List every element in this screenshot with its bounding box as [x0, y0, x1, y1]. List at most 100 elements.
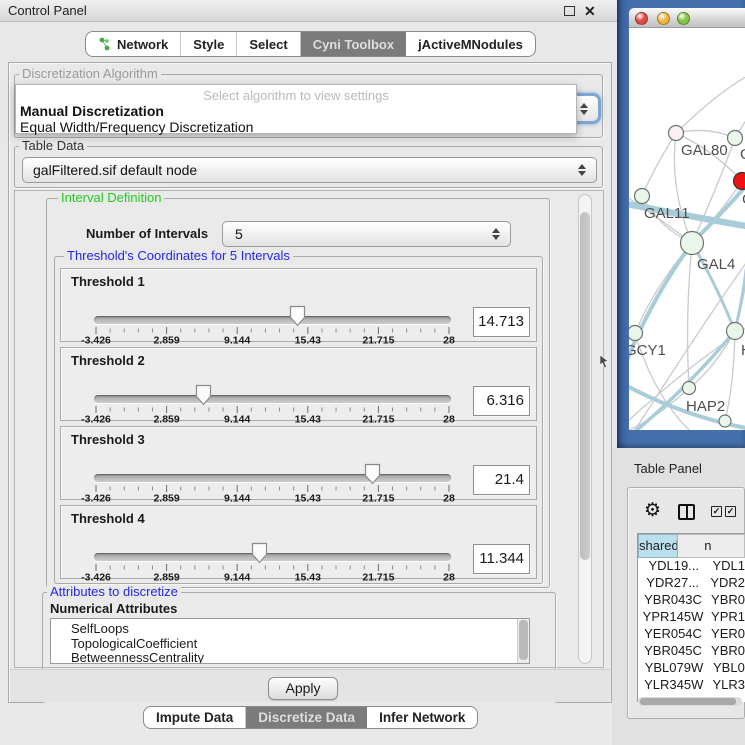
tab-cyni-toolbox[interactable]: Cyni Toolbox	[301, 32, 406, 56]
table-row[interactable]: YPR145WYPR1	[638, 609, 745, 626]
checkbox-icon[interactable]: ✓	[711, 506, 722, 517]
cell-name: YER0	[708, 626, 745, 643]
cell-shared-name: YBR045C	[638, 643, 708, 660]
attribute-item-topologicalcoefficient[interactable]: TopologicalCoefficient	[71, 637, 529, 652]
network-canvas[interactable]: GAL80GACGAL11GAL4GCY1HHAP2	[629, 28, 745, 430]
tab-style[interactable]: Style	[181, 32, 237, 56]
slider-thumb[interactable]	[251, 542, 268, 564]
columns-icon[interactable]	[678, 504, 695, 520]
algorithm-option-equal-width[interactable]: Equal Width/Frequency Discretization	[16, 119, 576, 135]
column-header-name[interactable]: n	[678, 534, 745, 558]
network-icon	[98, 37, 112, 51]
panel-scrollbar-thumb[interactable]	[580, 212, 590, 560]
slider-ticks: -3.4262.8599.14415.4321.71528	[94, 564, 451, 581]
numerical-attributes-list[interactable]: SelfLoopsTopologicalCoefficientBetweenne…	[50, 618, 530, 664]
mac-zoom-icon[interactable]	[677, 12, 690, 25]
slider-track[interactable]	[94, 316, 451, 324]
threshold-value-field[interactable]: 21.4	[473, 465, 530, 495]
mac-minimize-icon[interactable]	[657, 12, 670, 25]
tab-discretize-data[interactable]: Discretize Data	[246, 707, 367, 728]
threshold-value-field[interactable]: 14.713	[473, 307, 530, 337]
node-gal11[interactable]	[635, 189, 650, 204]
svg-text:-3.426: -3.426	[81, 572, 111, 584]
mac-close-icon[interactable]	[635, 12, 648, 25]
checkbox-icon[interactable]: ✓	[725, 506, 736, 517]
table-hscrollbar-thumb[interactable]	[640, 698, 736, 705]
node-b1[interactable]	[719, 415, 731, 427]
cell-shared-name: YBR043C	[638, 592, 708, 609]
table-data-legend: Table Data	[19, 139, 87, 153]
algorithm-hint: Select algorithm to view settings	[16, 85, 576, 103]
svg-text:-3.426: -3.426	[81, 493, 111, 505]
column-header-shared-name[interactable]: shared...	[638, 534, 678, 558]
slider-track[interactable]	[94, 395, 451, 403]
attributes-scrollbar-thumb[interactable]	[519, 620, 528, 660]
node-gal4[interactable]	[681, 232, 704, 255]
tab-impute-data[interactable]: Impute Data	[144, 707, 246, 728]
cell-name: YDR2	[707, 575, 745, 592]
discretization-algorithm-legend: Discretization Algorithm	[19, 67, 161, 81]
table-data-value: galFiltered.sif default node	[33, 162, 197, 178]
tab-style-label: Style	[193, 37, 224, 52]
tab-network[interactable]: Network	[86, 32, 181, 56]
tab-network-label: Network	[117, 37, 168, 52]
slider-thumb[interactable]	[289, 305, 306, 327]
slider-track[interactable]	[94, 474, 451, 482]
threshold-value-field[interactable]: 6.316	[473, 386, 530, 416]
mouse-cursor	[600, 355, 610, 369]
interval-definition-legend: Interval Definition	[58, 191, 164, 205]
node-label-gcy1: GCY1	[629, 342, 666, 359]
gray-edge	[642, 133, 676, 196]
threshold-slider[interactable]: -3.4262.8599.14415.4321.71528	[91, 463, 461, 501]
node-label-ga: GA	[740, 146, 745, 163]
node-c[interactable]	[734, 173, 745, 190]
tab-jactivemnodules[interactable]: jActiveMNodules	[406, 32, 535, 56]
float-window-icon[interactable]	[564, 6, 575, 16]
number-of-intervals-combobox[interactable]: 5	[222, 221, 511, 247]
svg-text:2.859: 2.859	[153, 414, 179, 426]
node-table[interactable]: shared... n YDL19...YDL1YDR27...YDR2YBR0…	[637, 533, 745, 702]
table-row[interactable]: YBL079WYBL0	[638, 660, 745, 677]
tab-impute-data-label: Impute Data	[156, 710, 233, 725]
table-row[interactable]: YDR27...YDR2	[638, 575, 745, 592]
slider-track[interactable]	[94, 553, 451, 561]
table-row[interactable]: YBR043CYBR0	[638, 592, 745, 609]
slider-thumb[interactable]	[195, 384, 212, 406]
svg-text:9.144: 9.144	[224, 572, 250, 584]
node-hap2[interactable]	[683, 382, 696, 395]
cell-shared-name: YPR145W	[638, 609, 708, 626]
threshold-slider[interactable]: -3.4262.8599.14415.4321.71528	[91, 542, 461, 580]
gear-icon[interactable]: ⚙	[644, 500, 661, 522]
table-data-combobox[interactable]: galFiltered.sif default node	[22, 157, 597, 183]
table-panel-title: Table Panel	[634, 461, 702, 476]
node-gcy1[interactable]	[629, 326, 643, 341]
combo-arrows-icon	[580, 103, 588, 115]
attribute-item-betweennesscentrality[interactable]: BetweennessCentrality	[71, 651, 529, 664]
threshold-panel: Threshold 1 -3.4262.8599.14415.4321.7152…	[60, 268, 537, 342]
attribute-item-selfloops[interactable]: SelfLoops	[71, 622, 529, 637]
svg-text:28: 28	[443, 493, 455, 505]
svg-text:21.715: 21.715	[362, 493, 394, 505]
control-panel-tabs: Network Style SelectCyni Toolbox jActiveMNo…	[85, 31, 536, 57]
node-ga[interactable]	[728, 131, 743, 146]
slider-ticks: -3.4262.8599.14415.4321.71528	[94, 485, 451, 502]
tab-jactivemnodules-label: jActiveMNodules	[418, 37, 523, 52]
threshold-slider[interactable]: -3.4262.8599.14415.4321.71528	[91, 305, 461, 343]
table-row[interactable]: YDL19...YDL1	[638, 558, 745, 575]
node-h[interactable]	[727, 323, 744, 340]
slider-thumb[interactable]	[364, 463, 381, 485]
threshold-value-field[interactable]: 11.344	[473, 544, 530, 574]
svg-text:9.144: 9.144	[224, 493, 250, 505]
algorithm-option-manual[interactable]: Manual Discretization	[16, 103, 576, 119]
control-panel-titlebar: Control Panel	[0, 0, 620, 22]
table-row[interactable]: YLR345WYLR3	[638, 677, 745, 694]
tab-select[interactable]: Select	[237, 32, 300, 56]
table-row[interactable]: YER054CYER0	[638, 626, 745, 643]
node-gal80[interactable]	[669, 126, 684, 141]
svg-text:15.43: 15.43	[295, 414, 321, 426]
apply-button[interactable]: Apply	[268, 677, 338, 700]
threshold-slider[interactable]: -3.4262.8599.14415.4321.71528	[91, 384, 461, 422]
close-icon[interactable]: ✕	[584, 2, 596, 20]
table-row[interactable]: YBR045CYBR0	[638, 643, 745, 660]
tab-infer-network[interactable]: Infer Network	[367, 707, 477, 728]
